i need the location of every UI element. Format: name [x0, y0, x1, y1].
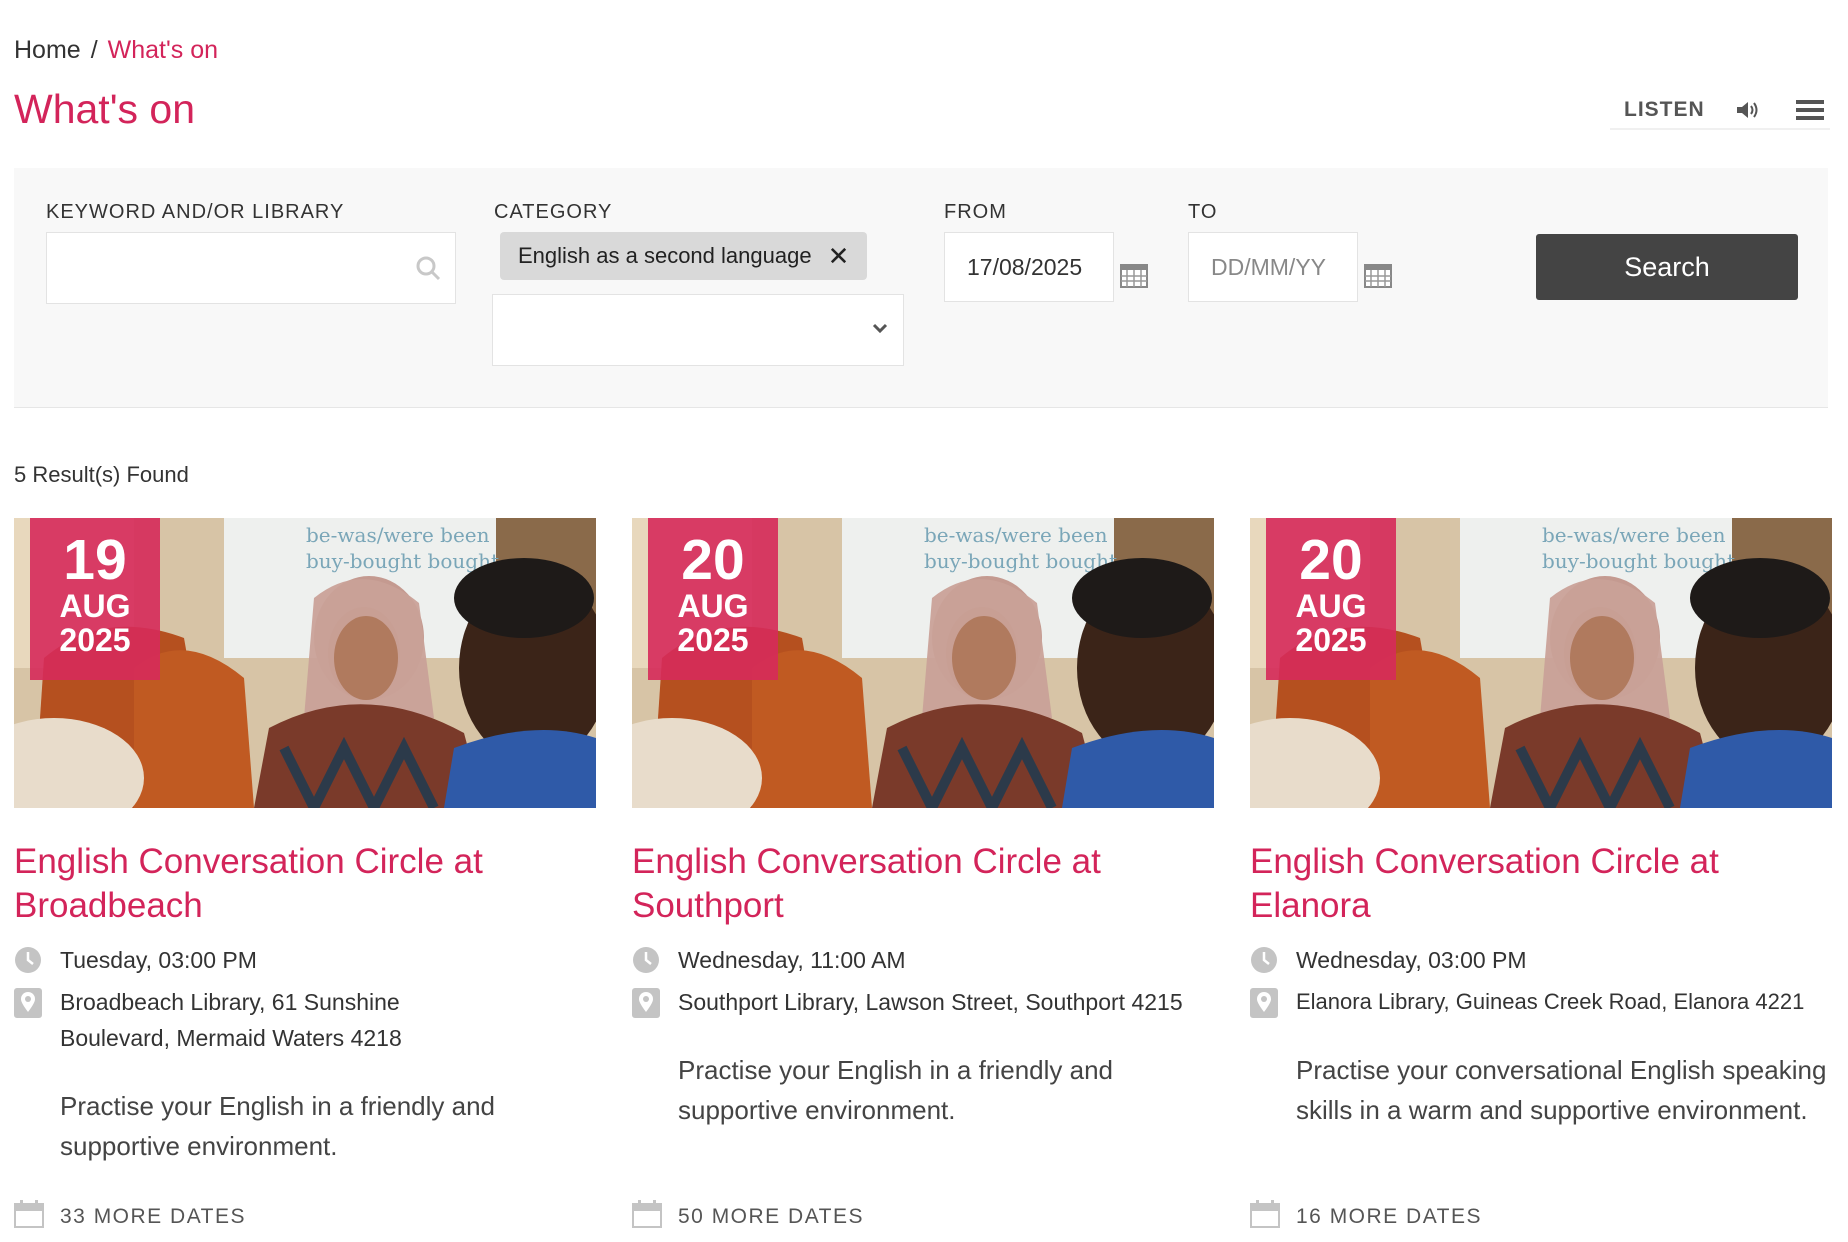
- date-year: 2025: [59, 622, 131, 658]
- page-tools: LISTEN: [1610, 92, 1830, 130]
- category-chip-label: English as a second language: [518, 243, 812, 268]
- more-dates-text[interactable]: 16 MORE DATES: [1296, 1205, 1482, 1229]
- map-pin-icon: [14, 984, 60, 1056]
- date-month: AUG: [1295, 588, 1367, 624]
- event-location: Southport Library, Lawson Street, Southp…: [632, 984, 1208, 1028]
- event-location: Broadbeach Library, 61 Sunshine Boulevar…: [14, 984, 420, 1056]
- category-select[interactable]: [492, 294, 904, 366]
- menu-icon[interactable]: [1795, 98, 1825, 122]
- calendar-icon: [632, 1200, 678, 1234]
- event-image[interactable]: 19 AUG 2025: [14, 518, 596, 808]
- clock-icon: [1250, 942, 1296, 984]
- event-card[interactable]: 20 AUG 2025 English Conversation Circle …: [1250, 518, 1832, 1238]
- map-pin-icon: [1250, 984, 1296, 1028]
- date-badge: 19 AUG 2025: [30, 518, 160, 680]
- listen-button[interactable]: LISTEN: [1624, 98, 1705, 122]
- more-dates-link[interactable]: 50 MORE DATES: [632, 1200, 864, 1234]
- breadcrumb-current[interactable]: What's on: [108, 36, 218, 64]
- event-image[interactable]: 20 AUG 2025: [632, 518, 1214, 808]
- event-title-link[interactable]: English Conversation Circle at Broadbeac…: [14, 840, 574, 928]
- date-day: 19: [63, 528, 127, 592]
- event-time-text: Tuesday, 03:00 PM: [60, 947, 257, 973]
- breadcrumb-separator: /: [90, 36, 98, 64]
- date-badge: 20 AUG 2025: [648, 518, 778, 680]
- more-dates-text[interactable]: 50 MORE DATES: [678, 1205, 864, 1229]
- event-time: Tuesday, 03:00 PM: [14, 942, 590, 984]
- event-time: Wednesday, 11:00 AM: [632, 942, 1208, 984]
- more-dates-link[interactable]: 33 MORE DATES: [14, 1200, 246, 1234]
- date-badge: 20 AUG 2025: [1266, 518, 1396, 680]
- event-title-link[interactable]: English Conversation Circle at Southport: [632, 840, 1192, 928]
- event-time: Wednesday, 03:00 PM: [1250, 942, 1826, 984]
- category-chip: English as a second language ✕: [500, 232, 868, 280]
- date-day: 20: [681, 528, 745, 592]
- clock-icon: [14, 942, 60, 984]
- results-count: 5 Result(s) Found: [14, 462, 189, 487]
- from-label: FROM: [944, 201, 1007, 223]
- event-title-link[interactable]: English Conversation Circle at Elanora: [1250, 840, 1810, 928]
- date-month: AUG: [677, 588, 749, 624]
- date-year: 2025: [1295, 622, 1367, 658]
- search-button[interactable]: Search: [1536, 234, 1798, 300]
- event-time-text: Wednesday, 11:00 AM: [678, 947, 906, 973]
- keyword-input[interactable]: [46, 232, 456, 304]
- date-year: 2025: [677, 622, 749, 658]
- search-icon: [415, 255, 441, 286]
- to-label: TO: [1188, 201, 1218, 223]
- breadcrumb: Home / What's on: [14, 36, 218, 65]
- calendar-icon: [1250, 1200, 1296, 1234]
- category-label: CATEGORY: [494, 201, 613, 223]
- event-location: Elanora Library, Guineas Creek Road, Ela…: [1250, 984, 1826, 1028]
- page-title: What's on: [14, 86, 196, 132]
- event-location-text: Southport Library, Lawson Street, Southp…: [678, 989, 1183, 1015]
- event-image[interactable]: 20 AUG 2025: [1250, 518, 1832, 808]
- to-date-input[interactable]: DD/MM/YY: [1188, 232, 1358, 302]
- breadcrumb-home-link[interactable]: Home: [14, 36, 81, 64]
- event-location-text: Broadbeach Library, 61 Sunshine Boulevar…: [60, 989, 402, 1051]
- chevron-down-icon: [871, 321, 889, 340]
- keyword-label: KEYWORD AND/OR LIBRARY: [46, 201, 345, 223]
- event-card[interactable]: 20 AUG 2025 English Conversation Circle …: [632, 518, 1214, 1238]
- event-description: Practise your conversational English spe…: [1296, 1055, 1827, 1125]
- filter-panel: KEYWORD AND/OR LIBRARY CATEGORY English …: [14, 168, 1828, 408]
- event-description: Practise your English in a friendly and …: [60, 1091, 496, 1161]
- event-card[interactable]: 19 AUG 2025 English Conversation Circle …: [14, 518, 596, 1238]
- more-dates-link[interactable]: 16 MORE DATES: [1250, 1200, 1482, 1234]
- speaker-icon[interactable]: [1735, 99, 1761, 121]
- event-time-text: Wednesday, 03:00 PM: [1296, 947, 1527, 973]
- more-dates-text[interactable]: 33 MORE DATES: [60, 1205, 246, 1229]
- map-pin-icon: [632, 984, 678, 1028]
- event-description: Practise your English in a friendly and …: [678, 1055, 1114, 1125]
- date-month: AUG: [59, 588, 131, 624]
- from-date-input[interactable]: 17/08/2025: [944, 232, 1114, 302]
- calendar-grid-icon[interactable]: [1364, 264, 1392, 293]
- remove-chip-icon[interactable]: ✕: [828, 243, 850, 269]
- event-location-text: Elanora Library, Guineas Creek Road, Ela…: [1296, 989, 1805, 1014]
- calendar-grid-icon[interactable]: [1120, 264, 1148, 293]
- clock-icon: [632, 942, 678, 984]
- date-day: 20: [1299, 528, 1363, 592]
- calendar-icon: [14, 1200, 60, 1234]
